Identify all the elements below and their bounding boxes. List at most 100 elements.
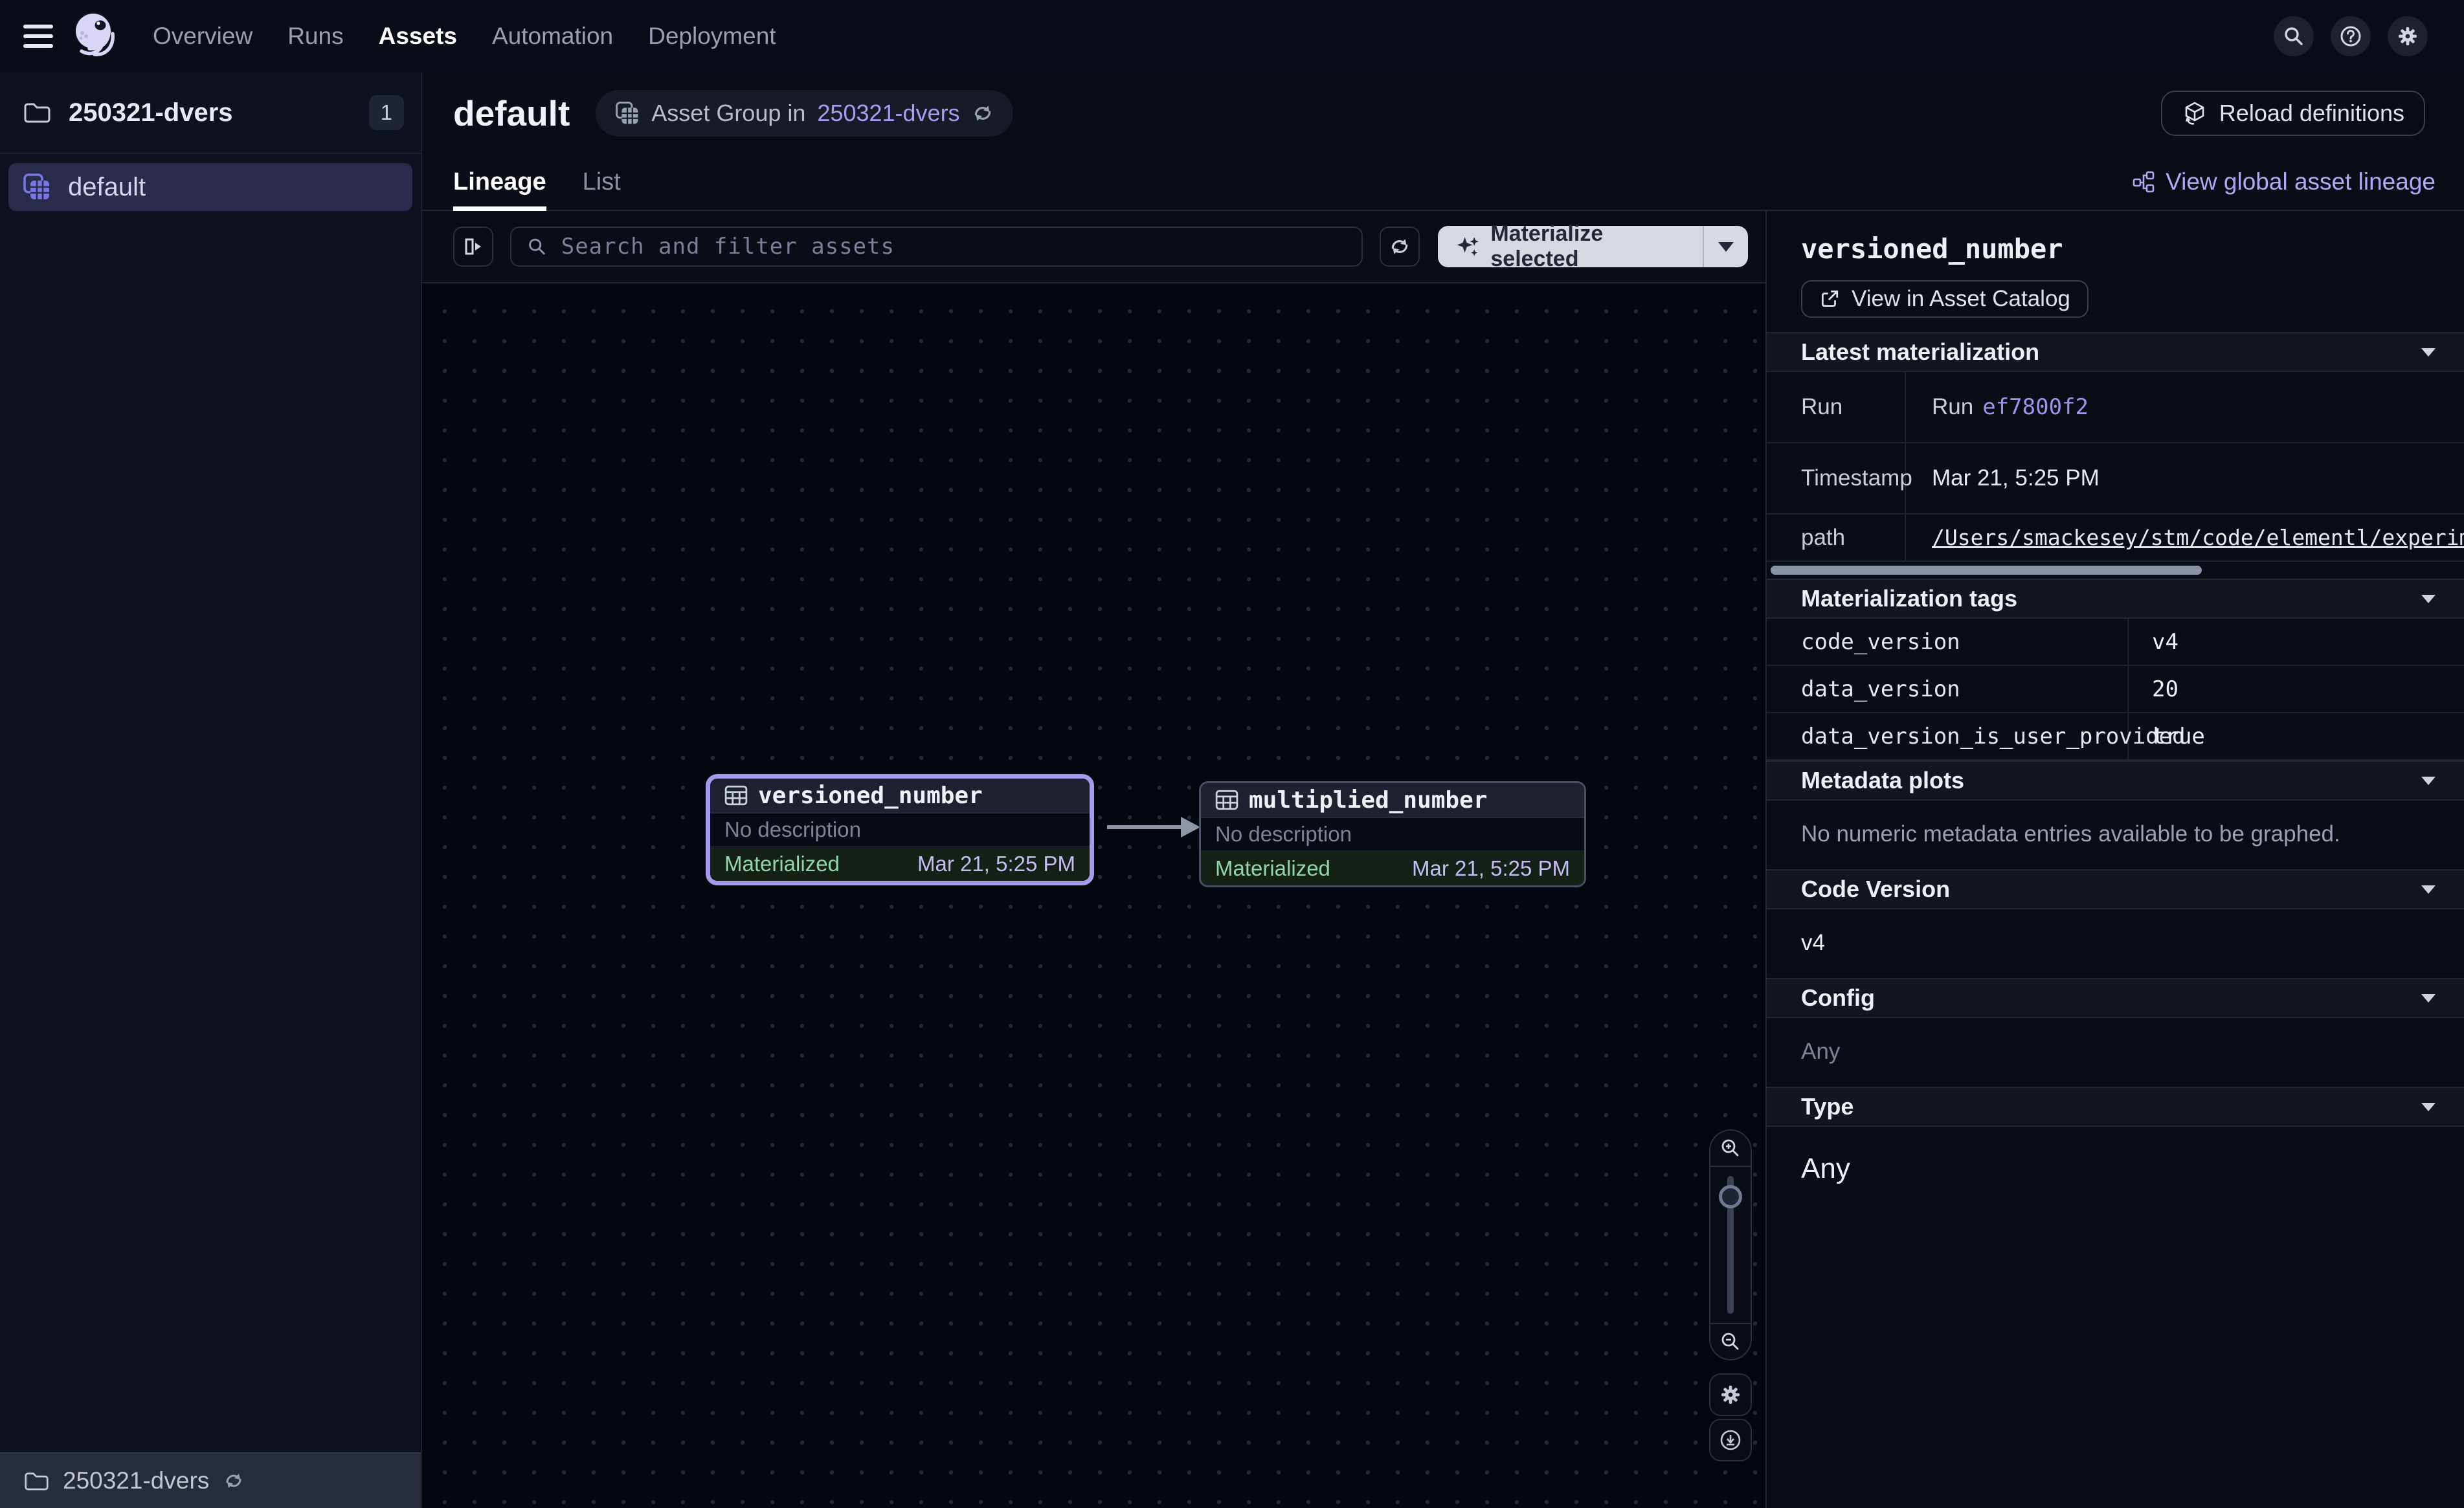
table-row-timestamp: Timestamp Mar 21, 5:25 PM xyxy=(1767,443,2464,515)
caret-down-icon xyxy=(1718,242,1734,252)
zoom-out-icon xyxy=(1719,1331,1742,1353)
search-input[interactable] xyxy=(560,233,1346,260)
page-title: default xyxy=(453,93,570,134)
search-button[interactable] xyxy=(2274,16,2314,56)
asset-group-badge[interactable]: Asset Group in 250321-dvers xyxy=(596,90,1013,137)
nav-item-deployment[interactable]: Deployment xyxy=(648,23,776,50)
top-nav-actions xyxy=(2274,16,2428,56)
asset-node-versioned-number[interactable]: versioned_number No description Material… xyxy=(706,774,1094,885)
search-icon xyxy=(527,236,547,257)
materialize-selected-button[interactable]: Materialize selected xyxy=(1438,226,1703,267)
zoom-in-button[interactable] xyxy=(1710,1131,1751,1167)
asset-node-name: multiplied_number xyxy=(1249,787,1487,814)
section-code-version[interactable]: Code Version xyxy=(1767,869,2464,909)
zoom-slider-thumb[interactable] xyxy=(1719,1185,1742,1208)
gear-icon xyxy=(1718,1382,1743,1407)
materialize-options-button[interactable] xyxy=(1704,226,1748,267)
config-value: Any xyxy=(1767,1018,2464,1087)
nav-item-runs[interactable]: Runs xyxy=(287,23,343,50)
reload-definitions-button[interactable]: Reload definitions xyxy=(2161,91,2425,136)
expand-panel-button[interactable] xyxy=(453,227,493,267)
external-link-icon xyxy=(1819,289,1840,309)
latest-materialization-table: Run Run ef7800f2 Timestamp Mar 21, 5:25 … xyxy=(1767,372,2464,562)
tab-list[interactable]: List xyxy=(583,154,621,210)
lineage-graph-icon xyxy=(2132,170,2155,194)
folder-icon xyxy=(23,101,50,124)
refresh-graph-button[interactable] xyxy=(1380,227,1420,267)
table-icon xyxy=(1215,788,1238,812)
run-id-link[interactable]: ef7800f2 xyxy=(1982,394,2089,420)
asset-node-description: No description xyxy=(710,814,1090,847)
materialized-status: Materialized xyxy=(1215,856,1330,881)
chevron-down-icon xyxy=(2421,777,2436,785)
chevron-down-icon xyxy=(2421,1103,2436,1111)
sync-icon xyxy=(972,102,994,124)
hamburger-menu-icon[interactable] xyxy=(23,25,53,48)
chevron-down-icon xyxy=(2421,595,2436,603)
nav-item-assets[interactable]: Assets xyxy=(379,23,457,50)
sync-icon xyxy=(1389,236,1411,258)
section-type[interactable]: Type xyxy=(1767,1087,2464,1127)
page-header: default Asset Group in 250321-dvers xyxy=(422,72,2464,154)
reload-definitions-icon xyxy=(2182,100,2208,126)
main-area: default Asset Group in 250321-dvers xyxy=(422,72,2464,1508)
section-metadata-plots[interactable]: Metadata plots xyxy=(1767,760,2464,801)
asset-detail-panel: versioned_number View in Asset Catalog L… xyxy=(1765,211,2464,1508)
badge-code-location-link[interactable]: 250321-dvers xyxy=(817,100,959,127)
graph-toolbar: Materialize selected xyxy=(422,211,1765,283)
chevron-down-icon xyxy=(2421,885,2436,894)
table-row-run: Run Run ef7800f2 xyxy=(1767,372,2464,443)
gear-icon xyxy=(2395,24,2420,49)
type-value: Any xyxy=(1767,1127,2464,1207)
asset-node-status-row: Materialized Mar 21, 5:25 PM xyxy=(710,847,1090,881)
help-icon xyxy=(2339,25,2362,48)
panel-header: versioned_number View in Asset Catalog xyxy=(1767,211,2464,332)
view-global-asset-lineage-link[interactable]: View global asset lineage xyxy=(2132,168,2436,195)
download-image-button[interactable] xyxy=(1709,1419,1752,1461)
graph-settings-button[interactable] xyxy=(1709,1373,1752,1416)
reload-definitions-label: Reload definitions xyxy=(2219,100,2404,127)
section-materialization-tags[interactable]: Materialization tags xyxy=(1767,579,2464,619)
nav-item-automation[interactable]: Automation xyxy=(492,23,613,50)
materialization-time: Mar 21, 5:25 PM xyxy=(1412,856,1570,881)
nav-item-overview[interactable]: Overview xyxy=(153,23,252,50)
sync-icon xyxy=(223,1470,244,1491)
lineage-canvas[interactable]: Materialize selected xyxy=(422,211,1765,1508)
scrollbar-thumb[interactable] xyxy=(1771,566,2202,575)
asset-groups-sidebar: 250321-dvers 1 default 250321-dvers xyxy=(0,72,422,1508)
materialization-time: Mar 21, 5:25 PM xyxy=(917,852,1075,876)
help-button[interactable] xyxy=(2331,16,2371,56)
sidebar-group-row[interactable]: 250321-dvers 1 xyxy=(0,72,421,154)
download-icon xyxy=(1718,1428,1743,1452)
top-nav: Overview Runs Assets Automation Deployme… xyxy=(0,0,2464,72)
sparkles-icon xyxy=(1456,234,1481,260)
sidebar-item-label: default xyxy=(68,173,146,202)
tab-lineage[interactable]: Lineage xyxy=(453,154,546,210)
materialized-status: Materialized xyxy=(724,852,840,876)
table-row: data_version_is_user_provided true xyxy=(1767,713,2464,760)
asset-node-multiplied-number[interactable]: multiplied_number No description Materia… xyxy=(1199,781,1586,887)
badge-prefix: Asset Group in xyxy=(651,100,805,127)
code-version-value: v4 xyxy=(1767,909,2464,978)
view-in-asset-catalog-button[interactable]: View in Asset Catalog xyxy=(1801,280,2089,318)
zoom-slider xyxy=(1710,1167,1751,1323)
code-location-footer[interactable]: 250321-dvers xyxy=(0,1452,421,1508)
asset-group-icon xyxy=(615,101,640,126)
path-link[interactable]: /Users/smackesey/stm/code/elementl/exper… xyxy=(1932,525,2464,550)
zoom-out-button[interactable] xyxy=(1710,1323,1751,1359)
section-latest-materialization[interactable]: Latest materialization xyxy=(1767,332,2464,372)
chevron-down-icon xyxy=(2421,994,2436,1003)
canvas-dot-grid[interactable] xyxy=(422,283,1765,1508)
dagster-logo[interactable] xyxy=(71,12,120,61)
section-config[interactable]: Config xyxy=(1767,978,2464,1018)
sidebar-item-default[interactable]: default xyxy=(8,163,412,211)
settings-button[interactable] xyxy=(2388,16,2428,56)
table-icon xyxy=(724,784,748,807)
asset-node-name: versioned_number xyxy=(758,782,983,809)
zoom-controls xyxy=(1709,1129,1752,1360)
asset-node-description: No description xyxy=(1201,818,1584,852)
metadata-plots-empty-message: No numeric metadata entries available to… xyxy=(1767,801,2464,869)
asset-node-header: versioned_number xyxy=(710,779,1090,814)
primary-nav: Overview Runs Assets Automation Deployme… xyxy=(153,23,776,50)
search-icon xyxy=(2283,25,2305,47)
